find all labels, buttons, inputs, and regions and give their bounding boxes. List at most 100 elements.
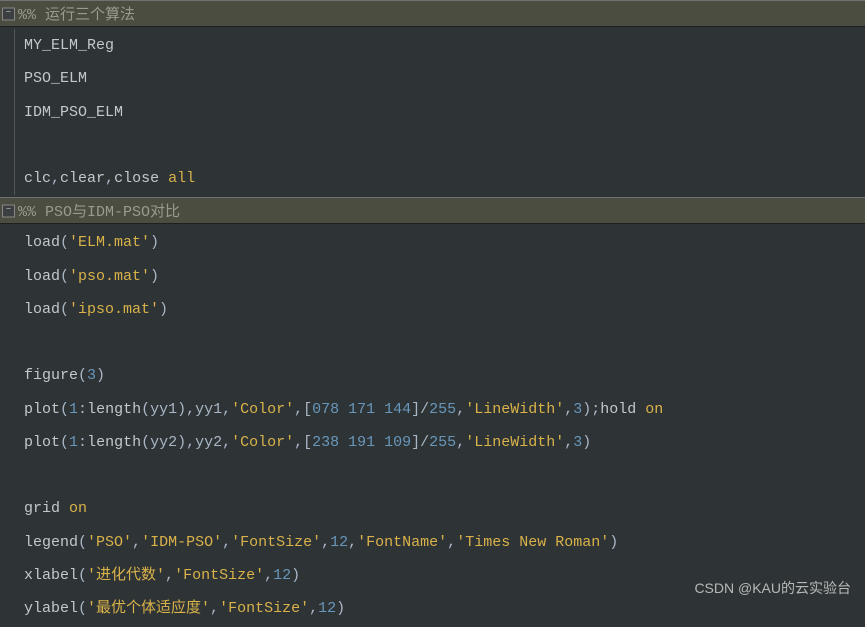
code-token: , xyxy=(447,534,456,551)
code-token: 238 191 109 xyxy=(312,434,411,451)
section-header-1[interactable]: − %% 运行三个算法 xyxy=(0,0,865,27)
code-token: ) xyxy=(609,534,618,551)
code-line[interactable]: grid on xyxy=(6,492,865,525)
code-token: 'IDM-PSO' xyxy=(141,534,222,551)
code-token: ( xyxy=(78,600,87,617)
code-token: 3 xyxy=(573,401,582,418)
code-token: 'Color' xyxy=(231,434,294,451)
code-token: , xyxy=(321,534,330,551)
code-token: 1 xyxy=(69,401,78,418)
fold-icon[interactable]: − xyxy=(2,7,15,20)
code-token: ( xyxy=(60,401,69,418)
code-token: ( xyxy=(60,301,69,318)
code-token: MY_ELM_Reg xyxy=(24,37,114,54)
code-token: grid xyxy=(24,500,69,517)
code-token: 'FontSize' xyxy=(231,534,321,551)
code-token: , xyxy=(564,401,573,418)
code-token: 'FontName' xyxy=(357,534,447,551)
code-token: , xyxy=(348,534,357,551)
section-body-1[interactable]: MY_ELM_RegPSO_ELMIDM_PSO_ELM clc,clear,c… xyxy=(0,27,865,197)
code-line[interactable]: ylabel('最优个体适应度','FontSize',12) xyxy=(6,592,865,625)
code-section-1: − %% 运行三个算法 MY_ELM_Reg PSO_ELM IDM_PSO_ELM… xyxy=(0,0,865,197)
code-token: xlabel xyxy=(24,567,78,584)
section-comment-prefix: %% xyxy=(18,204,45,221)
code-token: 'PSO' xyxy=(87,534,132,551)
code-line[interactable]: legend('PSO','IDM-PSO','FontSize',12,'Fo… xyxy=(6,526,865,559)
code-token: ]/ xyxy=(411,434,429,451)
code-token: ( xyxy=(60,234,69,251)
code-token: : xyxy=(78,434,87,451)
code-token: IDM_PSO_ELM xyxy=(24,104,123,121)
code-token: 3 xyxy=(573,434,582,451)
code-token: length xyxy=(87,401,141,418)
code-token: load xyxy=(24,234,60,251)
code-token: ,[ xyxy=(294,401,312,418)
code-line[interactable]: clc,clear,close all xyxy=(14,162,865,195)
code-token: ) xyxy=(96,367,105,384)
code-line[interactable]: load('ELM.mat') xyxy=(6,226,865,259)
code-token: ( xyxy=(78,567,87,584)
code-line[interactable]: xlabel('进化代数','FontSize',12) xyxy=(6,559,865,592)
code-token: legend xyxy=(24,534,78,551)
code-token: (yy2),yy2, xyxy=(141,434,231,451)
code-token: , xyxy=(456,434,465,451)
code-token: , xyxy=(564,434,573,451)
code-line[interactable]: PSO_ELM xyxy=(14,62,865,95)
code-section-2: − %% PSO与IDM-PSO对比 load('ELM.mat')load('… xyxy=(0,197,865,627)
code-token: , xyxy=(132,534,141,551)
code-token: 'pso.mat' xyxy=(69,268,150,285)
code-token: 'FontSize' xyxy=(219,600,309,617)
fold-icon[interactable]: − xyxy=(2,204,15,217)
code-line[interactable] xyxy=(6,326,865,359)
code-token: ( xyxy=(60,434,69,451)
code-token: 3 xyxy=(87,367,96,384)
code-token: (yy1),yy1, xyxy=(141,401,231,418)
code-token: hold xyxy=(600,401,645,418)
code-line[interactable]: load('pso.mat') xyxy=(6,260,865,293)
code-token: plot xyxy=(24,434,60,451)
section-comment-text: 运行三个算法 xyxy=(45,7,135,24)
section-body-2[interactable]: load('ELM.mat')load('pso.mat')load('ipso… xyxy=(0,224,865,627)
code-token: '最优个体适应度' xyxy=(87,600,210,617)
code-token: all xyxy=(168,170,195,187)
code-token: 'Times New Roman' xyxy=(456,534,609,551)
code-editor[interactable]: − %% 运行三个算法 MY_ELM_Reg PSO_ELM IDM_PSO_ELM… xyxy=(0,0,865,606)
code-token: , xyxy=(456,401,465,418)
code-token: ( xyxy=(78,534,87,551)
code-token: : xyxy=(78,401,87,418)
code-token: 12 xyxy=(318,600,336,617)
code-token: , xyxy=(222,534,231,551)
code-token: PSO_ELM xyxy=(24,70,87,87)
code-token: '进化代数' xyxy=(87,567,165,584)
code-token: plot xyxy=(24,401,60,418)
section-comment-prefix: %% xyxy=(18,7,45,24)
code-token: , xyxy=(51,170,60,187)
code-token: 078 171 144 xyxy=(312,401,411,418)
code-line[interactable]: MY_ELM_Reg xyxy=(14,29,865,62)
code-token: ) xyxy=(159,301,168,318)
code-line[interactable] xyxy=(6,459,865,492)
code-token: on xyxy=(69,500,87,517)
code-token: close xyxy=(114,170,168,187)
code-token: ); xyxy=(582,401,600,418)
code-token: 255 xyxy=(429,434,456,451)
code-token: figure xyxy=(24,367,78,384)
code-line[interactable]: plot(1:length(yy2),yy2,'Color',[238 191 … xyxy=(6,426,865,459)
code-line[interactable]: plot(1:length(yy1),yy1,'Color',[078 171 … xyxy=(6,393,865,426)
code-token: 12 xyxy=(330,534,348,551)
code-line[interactable]: load('ipso.mat') xyxy=(6,293,865,326)
code-token: ) xyxy=(336,600,345,617)
code-token: 'ipso.mat' xyxy=(69,301,159,318)
code-token: ,[ xyxy=(294,434,312,451)
code-line[interactable] xyxy=(14,129,865,162)
code-line[interactable]: figure(3) xyxy=(6,359,865,392)
code-token: clc xyxy=(24,170,51,187)
code-token: 'ELM.mat' xyxy=(69,234,150,251)
code-token: , xyxy=(210,600,219,617)
section-header-2[interactable]: − %% PSO与IDM-PSO对比 xyxy=(0,197,865,224)
code-line[interactable]: IDM_PSO_ELM xyxy=(14,96,865,129)
section-comment-text: PSO与IDM-PSO对比 xyxy=(45,204,180,221)
code-token: ( xyxy=(78,367,87,384)
code-token: 'Color' xyxy=(231,401,294,418)
code-token: load xyxy=(24,301,60,318)
